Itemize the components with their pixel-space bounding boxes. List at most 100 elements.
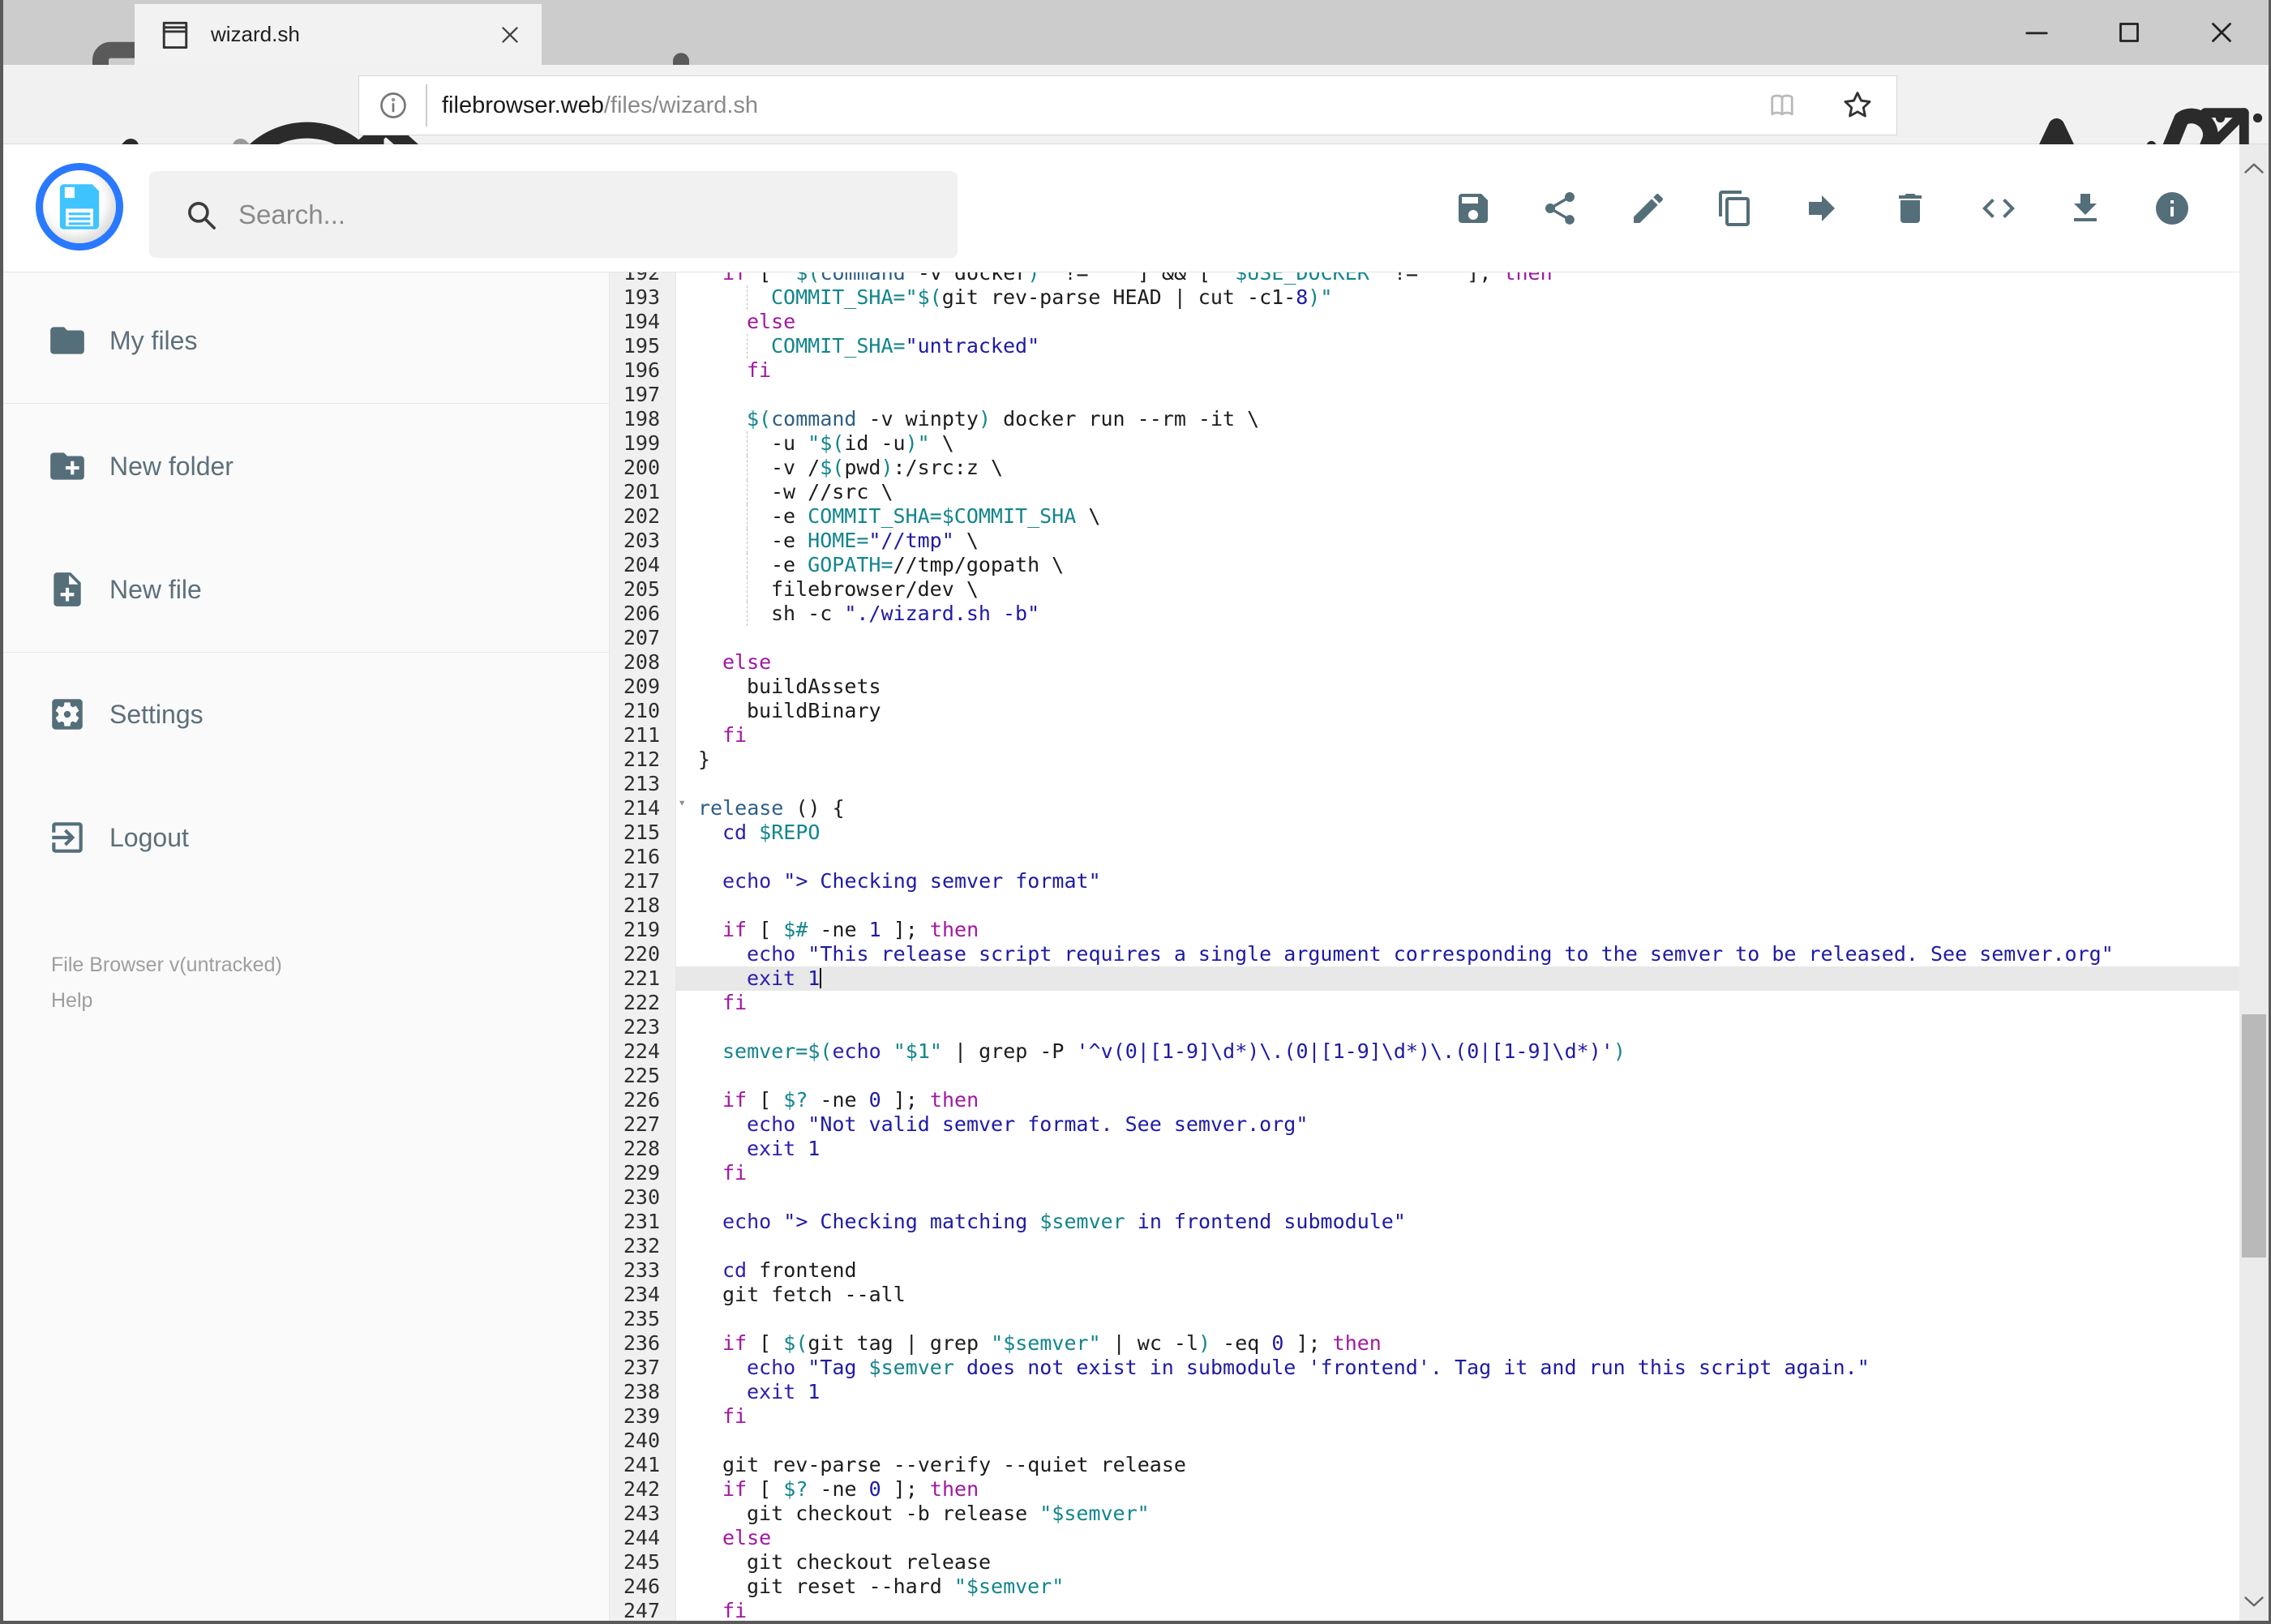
code-line[interactable]: 200 -v /$(pwd):/src:z \ [610,456,2239,480]
code-line[interactable]: 197 [610,383,2239,407]
download-button[interactable] [2049,172,2122,245]
code-line[interactable]: 220 echo "This release script requires a … [610,942,2239,966]
code-line-text[interactable]: cd frontend [676,1258,2239,1283]
code-line[interactable]: 230 [610,1185,2239,1210]
code-line[interactable]: 201 -w //src \ [610,480,2239,504]
sidebar-item-settings[interactable]: Settings [0,670,610,759]
code-line[interactable]: 204 -e GOPATH=//tmp/gopath \ [610,553,2239,577]
code-line[interactable]: 229 fi [610,1161,2239,1185]
code-line-text[interactable]: fi [676,991,2239,1015]
code-line-text[interactable] [676,1234,2239,1258]
code-line-text[interactable]: if [ $? -ne 0 ]; then [676,1088,2239,1112]
code-line-text[interactable]: echo "Not valid semver format. See semve… [676,1112,2239,1137]
code-line[interactable]: 237 echo "Tag $semver does not exist in s… [610,1356,2239,1380]
code-line[interactable]: 239 fi [610,1404,2239,1429]
filebrowser-logo[interactable] [36,163,123,251]
code-line[interactable]: 205 filebrowser/dev \ [610,577,2239,602]
code-line[interactable]: 227 echo "Not valid semver format. See se… [610,1112,2239,1137]
code-line-text[interactable]: fi [676,1599,2239,1623]
raw-code-button[interactable] [1962,172,2035,245]
code-line[interactable]: 218 [610,893,2239,918]
code-line[interactable]: 224 semver=$(echo "$1" | grep -P '^v(0|[1… [610,1039,2239,1064]
search-box[interactable] [149,171,958,258]
code-line[interactable]: 236 if [ $(git tag | grep "$semver" | wc … [610,1331,2239,1356]
code-line-text[interactable]: echo "> Checking matching $semver in fro… [676,1210,2239,1234]
favorite-star-icon[interactable] [1840,88,1875,123]
code-line-text[interactable]: -e GOPATH=//tmp/gopath \ [676,553,2239,577]
code-line[interactable]: 208 else [610,650,2239,675]
code-line-text[interactable]: echo "This release script requires a sin… [676,942,2239,966]
code-line[interactable]: 242 if [ $? -ne 0 ]; then [610,1477,2239,1502]
code-line[interactable]: 207 [610,626,2239,650]
code-line-text[interactable] [676,626,2239,650]
code-line-text[interactable]: if [ $(git tag | grep "$semver" | wc -l)… [676,1331,2239,1356]
info-button[interactable] [2136,172,2209,245]
code-line-text[interactable] [676,383,2239,407]
code-line[interactable]: 244 else [610,1526,2239,1550]
code-line[interactable]: 192 if [ "$(command -v docker)" != "" ] &… [610,272,2239,285]
code-line[interactable]: 209 buildAssets [610,675,2239,699]
code-line[interactable]: 233 cd frontend [610,1258,2239,1283]
code-line[interactable]: 195 COMMIT_SHA="untracked" [610,334,2239,358]
code-line-text[interactable]: cd $REPO [676,821,2239,845]
fold-marker-icon[interactable]: ▾ [678,791,686,815]
code-line[interactable]: 247 fi [610,1599,2239,1623]
code-line-text[interactable]: fi [676,723,2239,748]
code-line-text[interactable]: git checkout release [676,1550,2239,1575]
help-link[interactable]: Help [51,983,282,1018]
reading-view-icon[interactable] [1765,88,1799,122]
page-scrollbar[interactable] [2239,144,2269,1624]
code-editor[interactable]: 192 if [ "$(command -v docker)" != "" ] &… [610,272,2239,1624]
code-line-text[interactable] [676,1064,2239,1088]
code-line[interactable]: 211 fi [610,723,2239,748]
code-line-text[interactable]: COMMIT_SHA="$(git rev-parse HEAD | cut -… [676,285,2239,310]
code-line[interactable]: 241 git rev-parse --verify --quiet releas… [610,1453,2239,1477]
code-line-text[interactable]: if [ $? -ne 0 ]; then [676,1477,2239,1502]
code-line[interactable]: 223 [610,1015,2239,1039]
code-line-text[interactable]: exit 1 [676,1137,2239,1161]
url-text[interactable]: filebrowser.web/files/wizard.sh [442,92,758,119]
code-line[interactable]: 203 -e HOME="//tmp" \ [610,529,2239,553]
code-line-text[interactable]: -u "$(id -u)" \ [676,431,2239,456]
code-line-text[interactable]: -e COMMIT_SHA=$COMMIT_SHA \ [676,504,2239,529]
code-line-text[interactable]: if [ "$(command -v docker)" != "" ] && [… [676,272,2239,285]
code-line[interactable]: 222 fi [610,991,2239,1015]
address-bar[interactable]: filebrowser.web/files/wizard.sh [358,75,1897,135]
code-line[interactable]: 238 exit 1 [610,1380,2239,1404]
code-line-text[interactable]: } [676,748,2239,772]
code-line-text[interactable]: git rev-parse --verify --quiet release [676,1453,2239,1477]
code-line[interactable]: 210 buildBinary [610,699,2239,723]
code-line-text[interactable]: -w //src \ [676,480,2239,504]
code-line[interactable]: 240 [610,1429,2239,1453]
code-line[interactable]: 219 if [ $# -ne 1 ]; then [610,918,2239,942]
code-line-text[interactable] [676,1185,2239,1210]
code-line[interactable]: 235 [610,1307,2239,1331]
scroll-up-arrow-icon[interactable] [2239,152,2269,185]
close-icon[interactable] [2205,15,2239,49]
code-line-text[interactable]: git checkout -b release "$semver" [676,1502,2239,1526]
code-line-text[interactable]: fi [676,358,2239,383]
code-line-text[interactable] [676,1307,2239,1331]
code-line[interactable]: 245 git checkout release [610,1550,2239,1575]
code-line-text[interactable]: exit 1 [676,1380,2239,1404]
copy-button[interactable] [1699,172,1772,245]
code-line[interactable]: 214 ▾ release () { [610,795,2239,821]
code-line[interactable]: 216 [610,845,2239,869]
code-line[interactable]: 202 -e COMMIT_SHA=$COMMIT_SHA \ [610,504,2239,529]
move-button[interactable] [1785,172,1858,245]
code-line-text[interactable]: release () { [676,796,2239,821]
code-line-text[interactable] [676,1015,2239,1039]
code-line[interactable]: 232 [610,1234,2239,1258]
code-line-text[interactable]: git fetch --all [676,1283,2239,1307]
code-line[interactable]: 221 exit 1 [610,966,2239,991]
code-line-text[interactable]: else [676,1526,2239,1550]
code-line[interactable]: 215 cd $REPO [610,821,2239,845]
edit-button[interactable] [1612,172,1685,245]
sidebar-item-new-file[interactable]: New file [0,545,610,634]
scrollbar-thumb[interactable] [2242,1014,2266,1258]
code-line-text[interactable]: fi [676,1161,2239,1185]
code-line[interactable]: 234 git fetch --all [610,1283,2239,1307]
code-line-text[interactable]: -e HOME="//tmp" \ [676,529,2239,553]
code-line[interactable]: 213 [610,772,2239,796]
code-line-text[interactable] [676,1429,2239,1453]
